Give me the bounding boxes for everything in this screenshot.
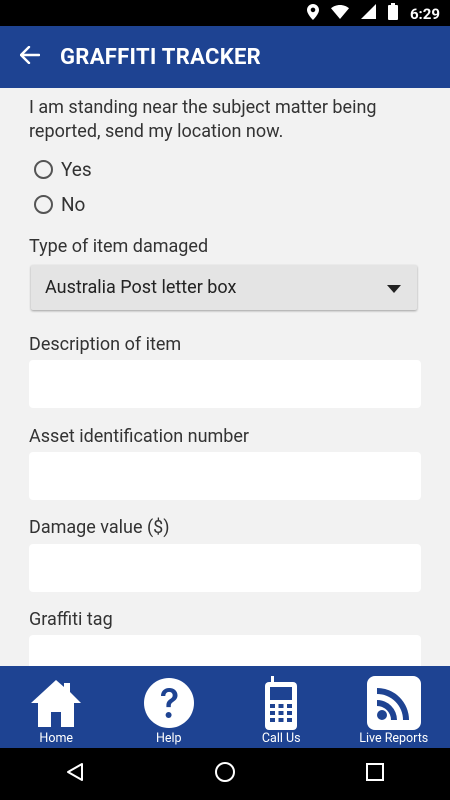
asset-id-field[interactable] xyxy=(29,452,421,500)
item-type-label: Type of item damaged xyxy=(29,236,209,257)
system-back-button[interactable] xyxy=(45,754,105,794)
status-time: 6:29 xyxy=(409,4,440,23)
location-question-label: I am standing near the subject matter be… xyxy=(29,97,377,142)
radio-no-label: No xyxy=(61,193,86,216)
radio-no[interactable]: No xyxy=(34,193,85,216)
radio-yes[interactable]: Yes xyxy=(34,158,92,181)
nav-home-label: Home xyxy=(39,731,74,746)
back-button[interactable] xyxy=(0,26,60,88)
system-recents-button[interactable] xyxy=(345,754,405,794)
graffiti-tag-field[interactable] xyxy=(29,635,421,666)
item-type-value: Australia Post letter box xyxy=(45,277,237,298)
location-icon xyxy=(306,3,319,24)
rss-feed-icon xyxy=(366,676,421,730)
wifi-icon xyxy=(330,4,349,23)
damage-value-field[interactable] xyxy=(29,544,421,592)
battery-icon xyxy=(387,3,398,24)
damage-value-label: Damage value ($) xyxy=(29,517,170,538)
circle-home-icon xyxy=(214,761,236,787)
asset-id-label: Asset identification number xyxy=(29,426,250,447)
app-bar: GRAFFITI TRACKER xyxy=(0,26,450,88)
nav-call-us-label: Call Us xyxy=(261,731,301,746)
system-home-button[interactable] xyxy=(195,754,255,794)
dropdown-caret-icon xyxy=(387,278,401,297)
phone-icon xyxy=(254,676,308,730)
description-label: Description of item xyxy=(29,334,182,355)
description-field[interactable] xyxy=(29,360,421,408)
signal-icon xyxy=(360,4,376,23)
square-recents-icon xyxy=(366,763,384,785)
nav-call-us[interactable]: Call Us xyxy=(225,666,338,748)
triangle-back-icon xyxy=(66,762,84,786)
nav-help-label: Help xyxy=(155,731,182,746)
graffiti-tag-label: Graffiti tag xyxy=(29,609,113,630)
home-icon xyxy=(29,676,83,730)
nav-live-reports-label: Live Reports xyxy=(359,731,429,746)
radio-no-circle[interactable] xyxy=(34,195,53,214)
nav-help[interactable]: Help xyxy=(113,666,226,748)
item-type-dropdown[interactable]: Australia Post letter box xyxy=(31,265,417,310)
back-arrow-icon xyxy=(19,45,41,68)
bottom-nav: Home Help Call Us Live Reports xyxy=(0,666,450,748)
nav-live-reports[interactable]: Live Reports xyxy=(338,666,450,748)
status-bar: 6:29 xyxy=(0,0,450,26)
page-title: GRAFFITI TRACKER xyxy=(60,44,262,70)
radio-yes-label: Yes xyxy=(61,158,92,181)
radio-yes-circle[interactable] xyxy=(34,160,53,179)
report-form: I am standing near the subject matter be… xyxy=(0,88,450,666)
help-icon xyxy=(142,676,196,730)
nav-home[interactable]: Home xyxy=(0,666,113,748)
system-nav-bar xyxy=(0,748,450,800)
